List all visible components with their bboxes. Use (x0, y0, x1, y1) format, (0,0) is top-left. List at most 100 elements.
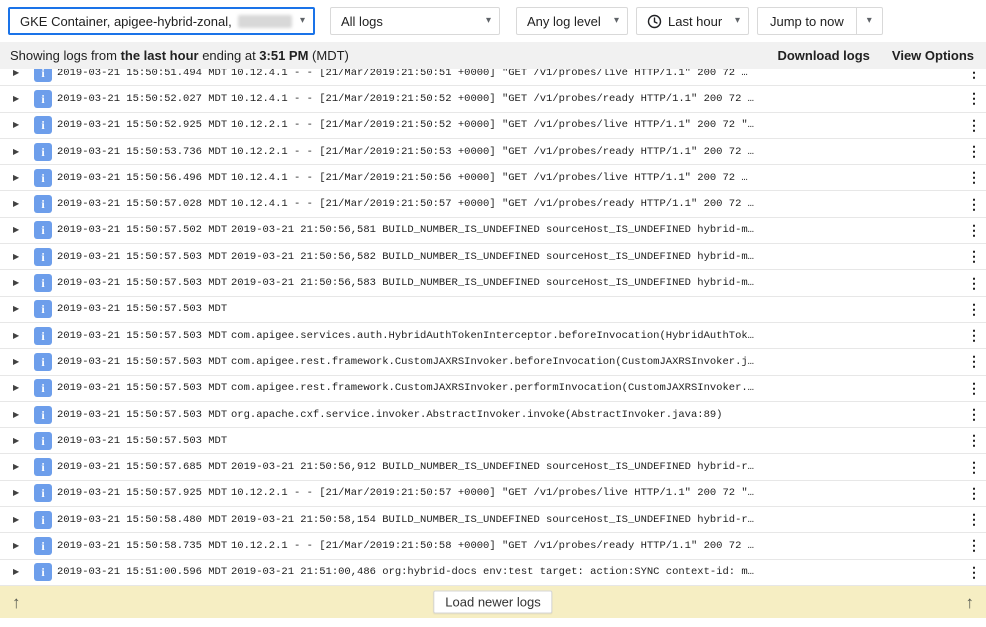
info-severity-icon: i (34, 406, 52, 424)
resource-filter-dropdown[interactable]: GKE Container, apigee-hybrid-zonal, ▾ (8, 7, 315, 35)
log-row[interactable]: ▶ i 2019-03-21 15:50:58.735 MDT 10.12.2.… (0, 533, 986, 559)
log-level-dropdown[interactable]: Any log level ▾ (516, 7, 628, 35)
expand-arrow-icon[interactable]: ▶ (13, 200, 22, 208)
kebab-menu-icon[interactable]: ⋮ (962, 248, 986, 265)
jump-to-now-caret-button[interactable]: ▾ (857, 7, 883, 35)
info-severity-icon: i (34, 221, 52, 239)
expand-arrow-icon[interactable]: ▶ (13, 384, 22, 392)
kebab-menu-icon[interactable]: ⋮ (962, 117, 986, 134)
kebab-menu-icon[interactable]: ⋮ (962, 406, 986, 423)
log-row[interactable]: ▶ i 2019-03-21 15:50:57.503 MDT org.apac… (0, 402, 986, 428)
kebab-menu-icon[interactable]: ⋮ (962, 222, 986, 239)
log-row[interactable]: ▶ i 2019-03-21 15:50:52.027 MDT 10.12.4.… (0, 86, 986, 112)
expand-arrow-icon[interactable]: ▶ (13, 121, 22, 129)
info-severity-icon: i (34, 353, 52, 371)
log-message: 2019-03-21 21:50:56,583 BUILD_NUMBER_IS_… (231, 277, 962, 289)
expand-arrow-icon[interactable]: ▶ (13, 489, 22, 497)
download-logs-button[interactable]: Download logs (777, 48, 869, 63)
kebab-menu-icon[interactable]: ⋮ (962, 275, 986, 292)
log-timestamp: 2019-03-21 15:50:57.503 MDT (57, 382, 231, 394)
jump-to-now-button[interactable]: Jump to now (757, 7, 857, 35)
log-timestamp: 2019-03-21 15:50:56.496 MDT (57, 172, 231, 184)
log-row[interactable]: ▶ i 2019-03-21 15:50:57.503 MDT com.apig… (0, 376, 986, 402)
log-name-label: All logs (341, 14, 383, 29)
log-message: 10.12.2.1 - - [21/Mar/2019:21:50:57 +000… (231, 487, 962, 499)
info-severity-icon: i (34, 143, 52, 161)
kebab-menu-icon[interactable]: ⋮ (962, 459, 986, 476)
log-row[interactable]: ▶ i 2019-03-21 15:51:00.596 MDT 2019-03-… (0, 560, 986, 586)
redacted-project-name (238, 15, 292, 28)
scroll-up-right-icon[interactable]: ↑ (966, 594, 975, 611)
log-row[interactable]: ▶ i 2019-03-21 15:50:57.502 MDT 2019-03-… (0, 218, 986, 244)
log-message: com.apigee.rest.framework.CustomJAXRSInv… (231, 356, 962, 368)
log-row[interactable]: ▶ i 2019-03-21 15:50:57.503 MDT ⋮ (0, 297, 986, 323)
chevron-down-icon: ▾ (606, 16, 619, 26)
log-row[interactable]: ▶ i 2019-03-21 15:50:52.925 MDT 10.12.2.… (0, 113, 986, 139)
view-options-button[interactable]: View Options (892, 48, 974, 63)
kebab-menu-icon[interactable]: ⋮ (962, 511, 986, 528)
info-severity-icon: i (34, 248, 52, 266)
kebab-menu-icon[interactable]: ⋮ (962, 301, 986, 318)
log-name-dropdown[interactable]: All logs ▾ (330, 7, 500, 35)
expand-arrow-icon[interactable]: ▶ (13, 332, 22, 340)
expand-arrow-icon[interactable]: ▶ (13, 305, 22, 313)
log-timestamp: 2019-03-21 15:50:57.685 MDT (57, 461, 231, 473)
log-row[interactable]: ▶ i 2019-03-21 15:50:57.503 MDT ⋮ (0, 428, 986, 454)
scroll-up-left-icon[interactable]: ↑ (12, 594, 21, 611)
expand-arrow-icon[interactable]: ▶ (13, 568, 22, 576)
expand-arrow-icon[interactable]: ▶ (13, 253, 22, 261)
expand-arrow-icon[interactable]: ▶ (13, 358, 22, 366)
kebab-menu-icon[interactable]: ⋮ (962, 380, 986, 397)
expand-arrow-icon[interactable]: ▶ (13, 148, 22, 156)
time-range-dropdown[interactable]: Last hour ▾ (636, 7, 749, 35)
kebab-menu-icon[interactable]: ⋮ (962, 90, 986, 107)
log-row[interactable]: ▶ i 2019-03-21 15:50:57.503 MDT 2019-03-… (0, 270, 986, 296)
kebab-menu-icon[interactable]: ⋮ (962, 143, 986, 160)
kebab-menu-icon[interactable]: ⋮ (962, 353, 986, 370)
log-timestamp: 2019-03-21 15:50:57.503 MDT (57, 303, 231, 315)
log-timestamp: 2019-03-21 15:50:52.027 MDT (57, 93, 231, 105)
log-row[interactable]: ▶ i 2019-03-21 15:50:58.480 MDT 2019-03-… (0, 507, 986, 533)
kebab-menu-icon[interactable]: ⋮ (962, 169, 986, 186)
log-message: 10.12.4.1 - - [21/Mar/2019:21:50:56 +000… (231, 172, 962, 184)
log-list: ▶ i 2019-03-21 15:50:51.494 MDT 10.12.4.… (0, 69, 986, 586)
log-row[interactable]: ▶ i 2019-03-21 15:50:57.503 MDT com.apig… (0, 349, 986, 375)
kebab-menu-icon[interactable]: ⋮ (962, 485, 986, 502)
log-row[interactable]: ▶ i 2019-03-21 15:50:53.736 MDT 10.12.2.… (0, 139, 986, 165)
load-newer-logs-button[interactable]: Load newer logs (433, 591, 552, 614)
log-timestamp: 2019-03-21 15:50:57.502 MDT (57, 224, 231, 236)
chevron-down-icon: ▾ (292, 16, 305, 26)
kebab-menu-icon[interactable]: ⋮ (962, 564, 986, 581)
expand-arrow-icon[interactable]: ▶ (13, 174, 22, 182)
kebab-menu-icon[interactable]: ⋮ (962, 69, 986, 81)
expand-arrow-icon[interactable]: ▶ (13, 279, 22, 287)
info-severity-icon: i (34, 563, 52, 581)
expand-arrow-icon[interactable]: ▶ (13, 542, 22, 550)
expand-arrow-icon[interactable]: ▶ (13, 437, 22, 445)
log-row[interactable]: ▶ i 2019-03-21 15:50:57.685 MDT 2019-03-… (0, 454, 986, 480)
kebab-menu-icon[interactable]: ⋮ (962, 327, 986, 344)
expand-arrow-icon[interactable]: ▶ (13, 411, 22, 419)
time-range-label: Last hour (668, 14, 722, 29)
filter-toolbar: GKE Container, apigee-hybrid-zonal, ▾ Al… (0, 0, 986, 42)
info-severity-icon: i (34, 169, 52, 187)
expand-arrow-icon[interactable]: ▶ (13, 95, 22, 103)
expand-arrow-icon[interactable]: ▶ (13, 463, 22, 471)
log-row[interactable]: ▶ i 2019-03-21 15:50:57.028 MDT 10.12.4.… (0, 191, 986, 217)
log-row[interactable]: ▶ i 2019-03-21 15:50:57.503 MDT com.apig… (0, 323, 986, 349)
log-row[interactable]: ▶ i 2019-03-21 15:50:57.925 MDT 10.12.2.… (0, 481, 986, 507)
expand-arrow-icon[interactable]: ▶ (13, 69, 22, 77)
log-message: 10.12.4.1 - - [21/Mar/2019:21:50:57 +000… (231, 198, 962, 210)
log-row[interactable]: ▶ i 2019-03-21 15:50:56.496 MDT 10.12.4.… (0, 165, 986, 191)
log-message: 2019-03-21 21:50:56,582 BUILD_NUMBER_IS_… (231, 251, 962, 263)
kebab-menu-icon[interactable]: ⋮ (962, 196, 986, 213)
log-message: org.apache.cxf.service.invoker.AbstractI… (231, 409, 962, 421)
kebab-menu-icon[interactable]: ⋮ (962, 537, 986, 554)
kebab-menu-icon[interactable]: ⋮ (962, 432, 986, 449)
resource-filter-label: GKE Container, apigee-hybrid-zonal, (20, 14, 232, 29)
log-row[interactable]: ▶ i 2019-03-21 15:50:57.503 MDT 2019-03-… (0, 244, 986, 270)
expand-arrow-icon[interactable]: ▶ (13, 516, 22, 524)
expand-arrow-icon[interactable]: ▶ (13, 226, 22, 234)
info-severity-icon: i (34, 90, 52, 108)
log-row[interactable]: ▶ i 2019-03-21 15:50:51.494 MDT 10.12.4.… (0, 69, 986, 86)
